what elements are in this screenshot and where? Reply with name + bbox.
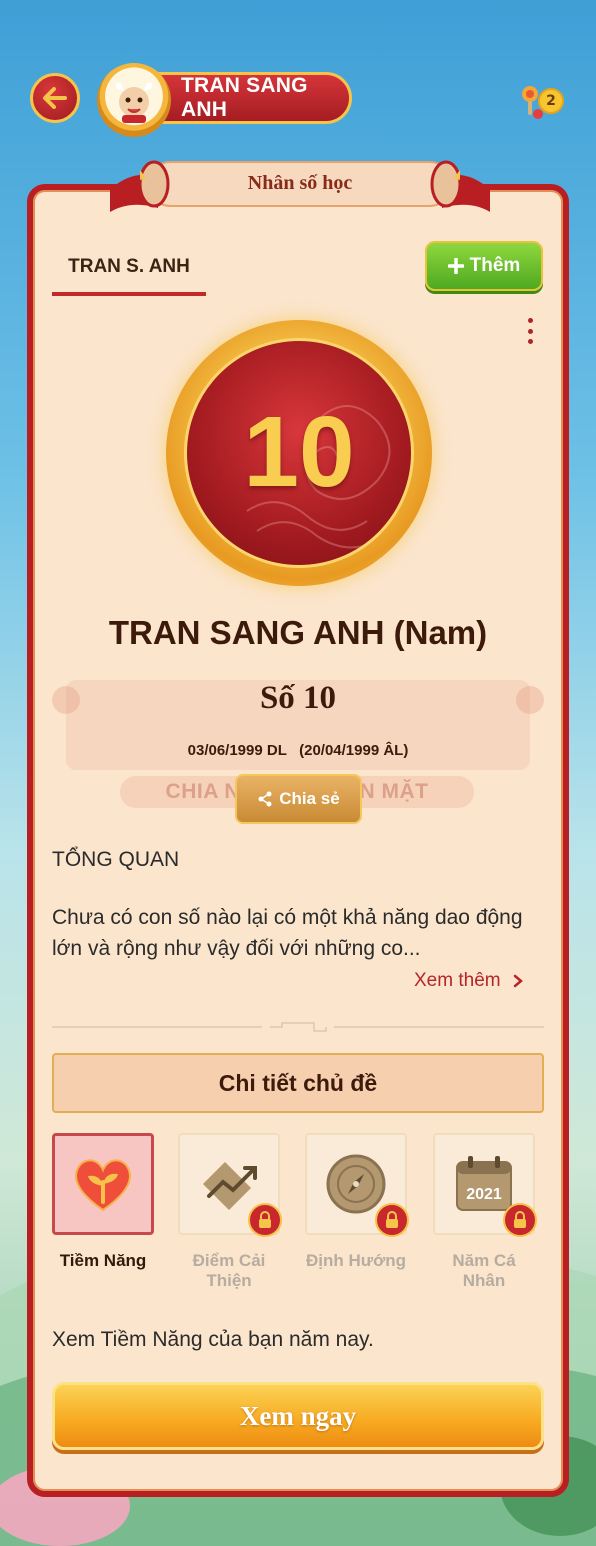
user-name: TRAN SANG ANH — [181, 74, 308, 121]
see-more-label: Xem thêm — [414, 970, 501, 991]
topic-label: Năm Cá Nhân — [452, 1251, 516, 1290]
topic-potential[interactable]: Tiềm Năng — [52, 1133, 154, 1271]
share-label: Chia sẻ — [279, 789, 340, 808]
ornament-divider — [52, 1022, 544, 1032]
tab-profile-label: TRAN S. ANH — [68, 256, 190, 277]
plus-icon — [447, 258, 464, 274]
topic-tile: 2021 — [433, 1133, 537, 1237]
topic-direction[interactable]: Định Hướng — [305, 1133, 409, 1271]
topic-label: Định Hướng — [306, 1251, 406, 1270]
topic-tile — [305, 1133, 409, 1237]
add-profile-label: Thêm — [469, 255, 521, 276]
avatar — [97, 63, 171, 137]
buffalo-mascot-icon — [115, 82, 153, 123]
heart-sprout-icon — [75, 1159, 131, 1212]
lock-icon — [248, 1203, 282, 1237]
topic-label: Tiềm Năng — [59, 1251, 147, 1270]
life-number-medal: 10 — [166, 320, 432, 586]
cta-description: Xem Tiềm Năng của bạn năm nay. — [52, 1328, 374, 1351]
topic-header-label: Chi tiết chủ đề — [218, 1069, 378, 1096]
birth-dates: 03/06/1999 DL (20/04/1999 ÂL) — [187, 742, 409, 759]
view-now-button[interactable]: Xem ngay — [52, 1382, 544, 1450]
calendar-icon: 2021 — [456, 1156, 512, 1211]
life-number: 10 — [243, 396, 355, 508]
add-profile-button[interactable]: Thêm — [425, 241, 543, 291]
coin-counter[interactable]: 2 — [516, 84, 572, 124]
chevron-right-icon — [513, 974, 523, 988]
lock-icon — [503, 1203, 537, 1237]
compass-icon — [326, 1154, 386, 1214]
topic-label: Điểm Cải Thiện — [192, 1251, 266, 1290]
full-name: TRAN SANG ANH (Nam) — [108, 614, 488, 651]
calendar-year: 2021 — [466, 1186, 502, 1203]
user-profile-pill[interactable]: TRAN SANG ANH — [97, 63, 352, 137]
lock-icon — [375, 1203, 409, 1237]
topic-tile — [52, 1133, 154, 1235]
more-options-icon[interactable] — [523, 318, 537, 344]
topic-tile — [178, 1133, 282, 1237]
tab-profile[interactable]: TRAN S. ANH — [52, 252, 206, 296]
coin-count-badge: 2 — [538, 88, 564, 114]
topic-personal-year[interactable]: 2021 Năm Cá Nhân — [433, 1133, 537, 1291]
back-button[interactable] — [30, 73, 80, 123]
card-title-scroll: Nhân số học — [110, 150, 490, 216]
topic-header-banner: Chi tiết chủ đề — [52, 1053, 544, 1113]
number-title: Số 10 — [259, 680, 337, 716]
see-more-link[interactable]: Xem thêm — [414, 970, 523, 992]
card-title: Nhân số học — [247, 172, 353, 194]
overview-text: Chưa có con số nào lại có một khả năng d… — [52, 906, 523, 960]
topic-improvement[interactable]: Điểm Cải Thiện — [178, 1133, 282, 1291]
share-icon — [258, 791, 272, 807]
overview-title: TỔNG QUAN — [52, 848, 180, 871]
share-button[interactable]: Chia sẻ — [235, 774, 362, 824]
medal-inner: 10 — [184, 338, 414, 568]
chart-growth-icon — [203, 1162, 257, 1210]
arrow-left-icon — [43, 87, 67, 109]
